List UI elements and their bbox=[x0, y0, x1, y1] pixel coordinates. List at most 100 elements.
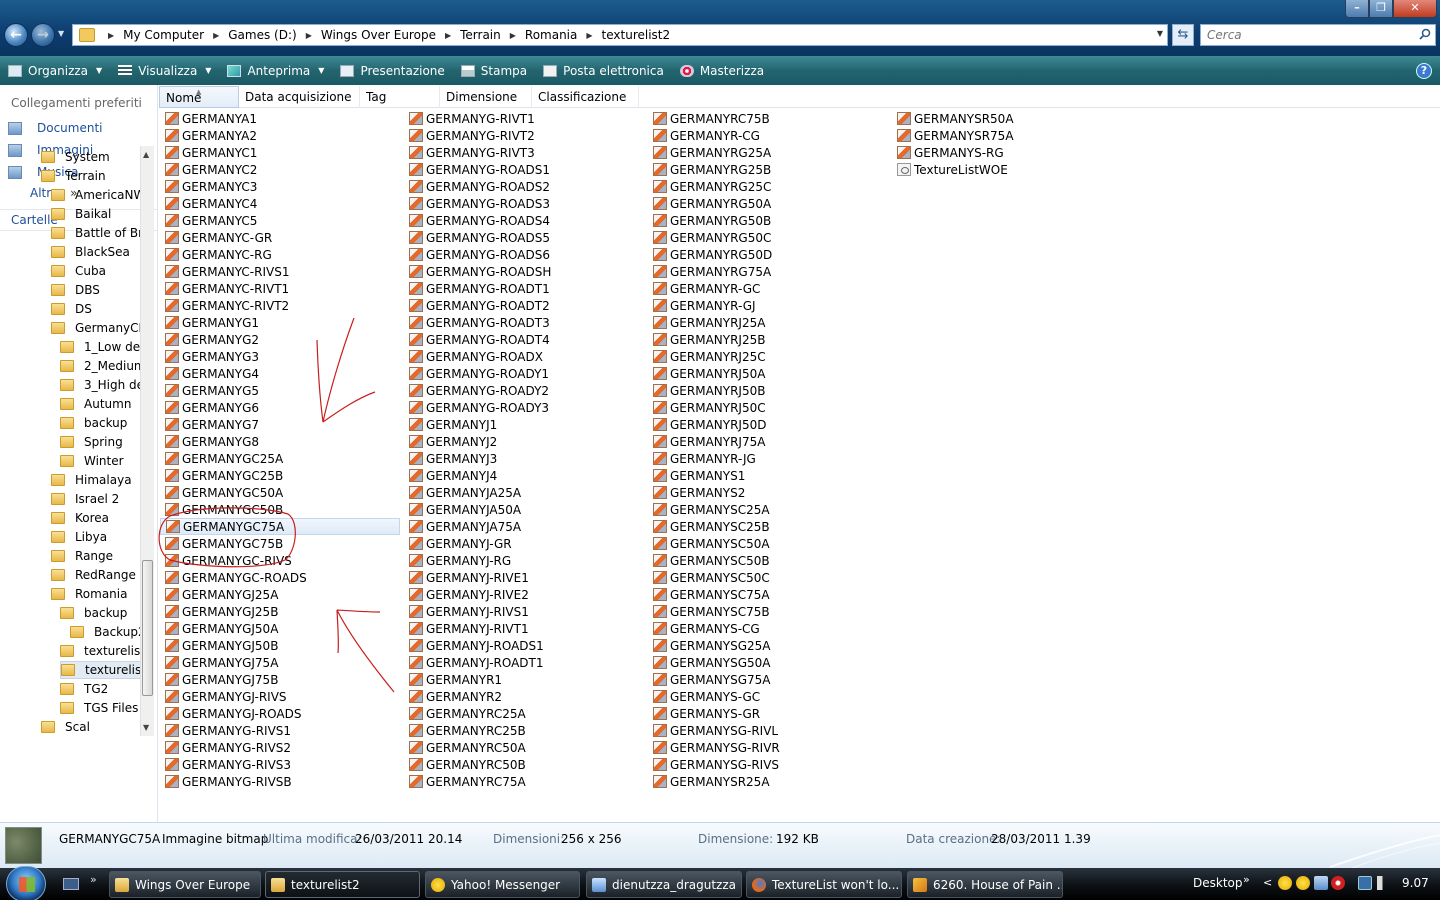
file-item[interactable]: GERMANYS-GC bbox=[648, 688, 888, 705]
file-item[interactable]: GERMANYC4 bbox=[160, 195, 400, 212]
file-item[interactable]: GERMANYR-JG bbox=[648, 450, 888, 467]
file-item[interactable]: GERMANYG2 bbox=[160, 331, 400, 348]
file-item[interactable]: GERMANYG-ROADX bbox=[404, 348, 644, 365]
file-item[interactable]: GERMANYJ1 bbox=[404, 416, 644, 433]
file-item[interactable]: GERMANYSG50A bbox=[648, 654, 888, 671]
tree-folder-item[interactable]: Terrain bbox=[41, 167, 106, 185]
file-item[interactable]: GERMANYGJ-RIVS bbox=[160, 688, 400, 705]
file-item[interactable]: GERMANYRJ50C bbox=[648, 399, 888, 416]
file-item[interactable]: GERMANYG-ROADS3 bbox=[404, 195, 644, 212]
file-item[interactable]: GERMANYG4 bbox=[160, 365, 400, 382]
tree-folder-item[interactable]: 1_Low detail bbox=[60, 338, 140, 356]
scrollbar-thumb[interactable] bbox=[142, 560, 153, 696]
tree-folder-item[interactable]: DBS bbox=[51, 281, 100, 299]
breadcrumb-separator[interactable]: ▶ bbox=[101, 31, 121, 40]
file-item[interactable]: GERMANYS-GR bbox=[648, 705, 888, 722]
file-item[interactable]: GERMANYJ4 bbox=[404, 467, 644, 484]
show-desktop-icon[interactable] bbox=[63, 878, 79, 890]
file-item[interactable]: GERMANYRJ50A bbox=[648, 365, 888, 382]
file-item[interactable]: GERMANYG-ROADT1 bbox=[404, 280, 644, 297]
file-item[interactable]: GERMANYSC75A bbox=[648, 586, 888, 603]
network-icon[interactable] bbox=[1358, 876, 1372, 890]
views-menu[interactable]: Visualizza ▼ bbox=[110, 56, 219, 85]
scroll-up-icon[interactable]: ▲ bbox=[143, 150, 149, 159]
tree-folder-item[interactable]: RedRange bbox=[51, 566, 136, 584]
tree-folder-item[interactable]: Baikal bbox=[51, 205, 111, 223]
breadcrumb-separator[interactable]: ▶ bbox=[503, 31, 523, 40]
tree-folder-item[interactable]: Range bbox=[51, 547, 113, 565]
file-item[interactable]: GERMANYC5 bbox=[160, 212, 400, 229]
file-item[interactable]: GERMANYG-ROADS6 bbox=[404, 246, 644, 263]
file-item[interactable]: GERMANYSG25A bbox=[648, 637, 888, 654]
file-item[interactable]: GERMANYG-ROADSH bbox=[404, 263, 644, 280]
file-item[interactable]: GERMANYRG50C bbox=[648, 229, 888, 246]
breadcrumb-terrain[interactable]: Terrain bbox=[458, 28, 503, 42]
file-item[interactable]: GERMANYJ-RG bbox=[404, 552, 644, 569]
file-item[interactable]: GERMANYRG50B bbox=[648, 212, 888, 229]
smiley-tray-icon[interactable] bbox=[1296, 876, 1310, 890]
file-item[interactable]: GERMANYG8 bbox=[160, 433, 400, 450]
file-item[interactable]: GERMANYJ3 bbox=[404, 450, 644, 467]
file-item[interactable]: GERMANYRJ50B bbox=[648, 382, 888, 399]
file-item[interactable]: GERMANYSR50A bbox=[892, 110, 1132, 127]
file-item[interactable]: GERMANYGJ75B bbox=[160, 671, 400, 688]
file-item[interactable]: GERMANYC-RIVS1 bbox=[160, 263, 400, 280]
task-wings-over-europe[interactable]: Wings Over Europe bbox=[109, 871, 261, 898]
file-item[interactable]: GERMANYRJ25B bbox=[648, 331, 888, 348]
tree-folder-item[interactable]: Libya bbox=[51, 528, 107, 546]
address-bar[interactable]: ▶ My Computer ▶ Games (D:) ▶ Wings Over … bbox=[72, 24, 1168, 46]
file-item[interactable]: GERMANYSC50A bbox=[648, 535, 888, 552]
tree-folder-item[interactable]: texturelist2 bbox=[60, 661, 140, 679]
file-item[interactable]: GERMANYG-ROADY1 bbox=[404, 365, 644, 382]
file-item[interactable]: GERMANYJ-RIVE2 bbox=[404, 586, 644, 603]
file-item[interactable]: GERMANYRJ25A bbox=[648, 314, 888, 331]
file-item[interactable]: GERMANYJ-RIVS1 bbox=[404, 603, 644, 620]
close-button[interactable]: ✕ bbox=[1393, 0, 1437, 18]
file-item[interactable]: GERMANYRG25A bbox=[648, 144, 888, 161]
address-dropdown-icon[interactable]: ▼ bbox=[1157, 29, 1163, 38]
file-item[interactable]: GERMANYSC75B bbox=[648, 603, 888, 620]
app-tray-icon[interactable] bbox=[1314, 876, 1328, 890]
file-item[interactable]: GERMANYGJ50B bbox=[160, 637, 400, 654]
file-item[interactable]: GERMANYRC25B bbox=[404, 722, 644, 739]
file-item[interactable]: GERMANYGJ75A bbox=[160, 654, 400, 671]
file-item[interactable]: GERMANYG7 bbox=[160, 416, 400, 433]
file-item[interactable]: GERMANYGC25A bbox=[160, 450, 400, 467]
file-item[interactable]: GERMANYSR75A bbox=[892, 127, 1132, 144]
file-item[interactable]: GERMANYR-GJ bbox=[648, 297, 888, 314]
search-box[interactable] bbox=[1200, 24, 1436, 46]
file-item[interactable]: GERMANYG-ROADY2 bbox=[404, 382, 644, 399]
file-item[interactable]: GERMANYA2 bbox=[160, 127, 400, 144]
breadcrumb-wings-over-europe[interactable]: Wings Over Europe bbox=[319, 28, 438, 42]
volume-icon[interactable] bbox=[1377, 876, 1391, 890]
file-item[interactable]: GERMANYRJ50D bbox=[648, 416, 888, 433]
tree-folder-item[interactable]: 2_Medium bbox=[60, 357, 140, 375]
task-texturelist2[interactable]: texturelist2 bbox=[265, 871, 420, 898]
back-button[interactable]: ← bbox=[4, 23, 28, 47]
toolbar-more[interactable]: » bbox=[1243, 873, 1250, 886]
file-item[interactable]: GERMANYRC25A bbox=[404, 705, 644, 722]
breadcrumb-romania[interactable]: Romania bbox=[523, 28, 579, 42]
file-item[interactable]: GERMANYG-RIVS3 bbox=[160, 756, 400, 773]
file-item[interactable]: GERMANYG-RIVT3 bbox=[404, 144, 644, 161]
file-item[interactable]: GERMANYG6 bbox=[160, 399, 400, 416]
refresh-button[interactable]: ⇆ bbox=[1172, 24, 1194, 46]
breadcrumb-texturelist2[interactable]: texturelist2 bbox=[600, 28, 673, 42]
file-item[interactable]: GERMANYG-RIVS1 bbox=[160, 722, 400, 739]
tree-folder-item[interactable]: 3_High detail bbox=[60, 376, 140, 394]
file-item[interactable]: GERMANYSR25A bbox=[648, 773, 888, 790]
search-icon[interactable] bbox=[1419, 28, 1431, 40]
file-item[interactable]: GERMANYRG50A bbox=[648, 195, 888, 212]
desktop-toolbar-label[interactable]: Desktop bbox=[1193, 876, 1243, 890]
file-item[interactable]: GERMANYJ-ROADT1 bbox=[404, 654, 644, 671]
file-item[interactable]: GERMANYR1 bbox=[404, 671, 644, 688]
tree-folder-item[interactable]: backup bbox=[60, 414, 127, 432]
column-header-size[interactable]: Dimensione bbox=[440, 86, 532, 108]
file-item[interactable]: GERMANYSC50C bbox=[648, 569, 888, 586]
file-item[interactable]: TextureListWOE bbox=[892, 161, 1132, 178]
file-item[interactable]: GERMANYC1 bbox=[160, 144, 400, 161]
tree-folder-item[interactable]: Romania bbox=[51, 585, 127, 603]
breadcrumb-separator[interactable]: ▶ bbox=[299, 31, 319, 40]
breadcrumb-games-d[interactable]: Games (D:) bbox=[226, 28, 298, 42]
file-item[interactable]: GERMANYJ-ROADS1 bbox=[404, 637, 644, 654]
